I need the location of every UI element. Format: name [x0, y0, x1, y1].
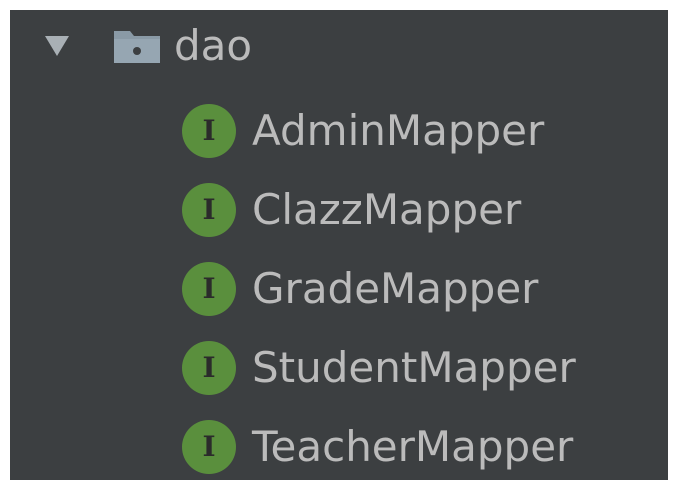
interface-icon: I	[182, 183, 236, 237]
tree-item[interactable]: I TeacherMapper	[182, 417, 573, 477]
tree-item-label: StudentMapper	[252, 343, 576, 392]
interface-icon: I	[182, 104, 236, 158]
tree-item-label: TeacherMapper	[252, 422, 574, 471]
tree-folder-dao[interactable]: dao	[42, 16, 252, 76]
tree-item-label: ClazzMapper	[252, 185, 522, 234]
tree-item[interactable]: I ClazzMapper	[182, 180, 521, 240]
tree-item[interactable]: I AdminMapper	[182, 101, 544, 161]
tree-item-label: AdminMapper	[252, 106, 545, 155]
triangle-down-icon[interactable]	[42, 31, 72, 61]
interface-icon: I	[182, 262, 236, 316]
tree-item[interactable]: I StudentMapper	[182, 338, 576, 398]
folder-label: dao	[174, 21, 253, 70]
project-tree-panel: dao I AdminMapper I ClazzMapper I GradeM…	[10, 10, 668, 480]
interface-icon: I	[182, 420, 236, 474]
tree-item-label: GradeMapper	[252, 264, 539, 313]
interface-icon: I	[182, 341, 236, 395]
folder-icon	[112, 27, 162, 65]
tree-item[interactable]: I GradeMapper	[182, 259, 538, 319]
